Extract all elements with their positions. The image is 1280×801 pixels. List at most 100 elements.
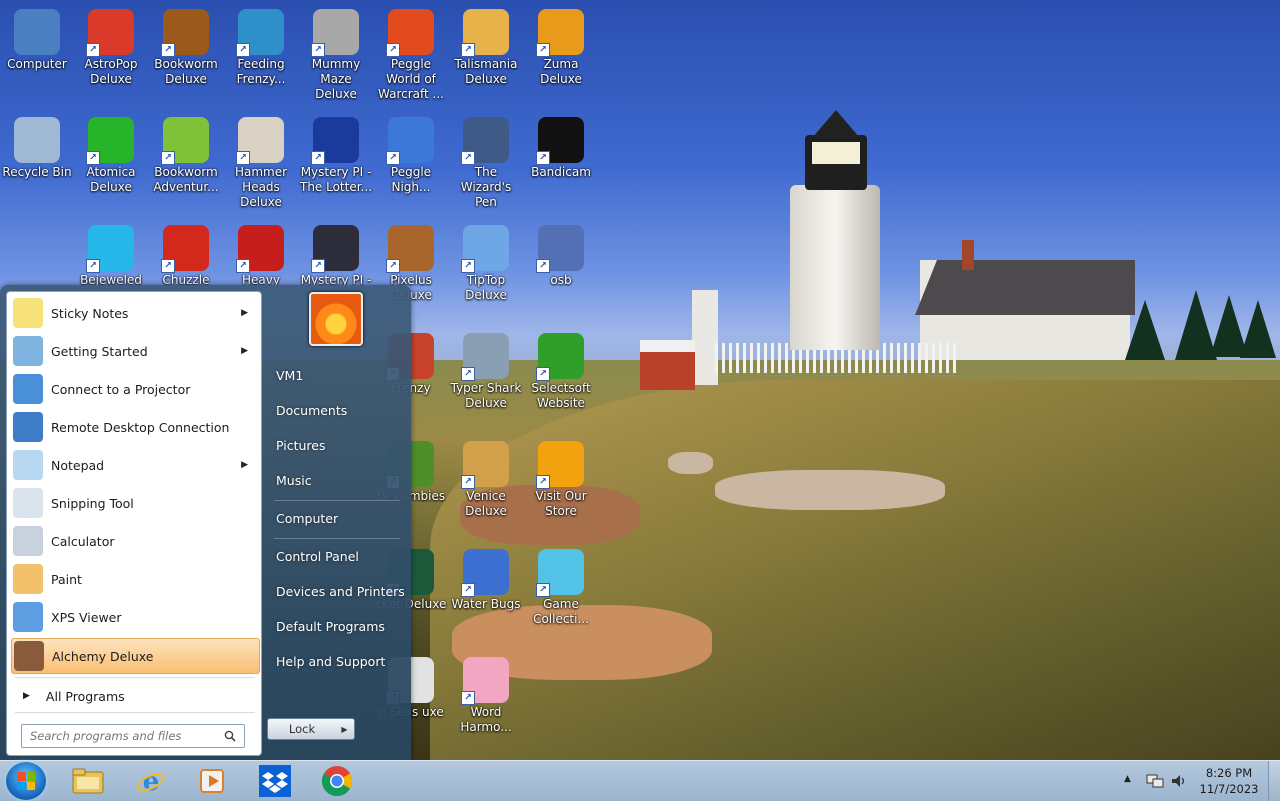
show-hidden-icons-button[interactable]: ▲: [1124, 774, 1131, 784]
start-button[interactable]: [6, 762, 46, 800]
desktop-icon[interactable]: ↗ AstroPop Deluxe: [74, 5, 148, 87]
wallpaper-rock: [668, 452, 713, 474]
link-user[interactable]: VM1: [276, 368, 303, 383]
program-item[interactable]: Remote Desktop Connection: [11, 410, 258, 444]
desktop-icon[interactable]: ↗ Typer Shark Deluxe: [449, 329, 523, 411]
desktop-icon[interactable]: ↗ Mummy Maze Deluxe: [299, 5, 373, 102]
shortcut-arrow-icon: ↗: [386, 259, 400, 273]
wizards-pen-icon: ↗: [461, 117, 509, 165]
taskbar-media-player-button[interactable]: [184, 763, 240, 799]
desktop-icon[interactable]: ↗ Talismania Deluxe: [449, 5, 523, 87]
desktop-icon[interactable]: ↗ Bandicam: [524, 113, 598, 180]
shortcut-arrow-icon: ↗: [311, 151, 325, 165]
shortcut-arrow-icon: ↗: [461, 151, 475, 165]
link-devices-and-printers[interactable]: Devices and Printers: [276, 584, 405, 599]
shortcut-arrow-icon: ↗: [536, 43, 550, 57]
desktop-icon-label: Bookworm Adventur...: [153, 165, 219, 194]
separator: [274, 538, 400, 539]
show-desktop-button[interactable]: [1268, 761, 1280, 801]
desktop-icon[interactable]: ↗ Selectsoft Website: [524, 329, 598, 411]
user-picture[interactable]: [309, 292, 363, 346]
remote-desktop-icon: [13, 412, 43, 442]
shortcut-arrow-icon: ↗: [311, 43, 325, 57]
program-item[interactable]: Paint: [11, 562, 258, 596]
link-default-programs[interactable]: Default Programs: [276, 619, 385, 634]
desktop-icon[interactable]: ↗ Chuzzle: [149, 221, 223, 288]
program-item-label: Paint: [51, 571, 82, 587]
chrome-icon: [321, 766, 353, 797]
snipping-tool-icon: [13, 488, 43, 518]
tiptop-icon: ↗: [461, 225, 509, 273]
program-item-label: Notepad: [51, 457, 105, 473]
venice-icon: ↗: [461, 441, 509, 489]
desktop-icon[interactable]: ↗ Zuma Deluxe: [524, 5, 598, 87]
desktop-icon[interactable]: ↗ The Wizard's Pen: [449, 113, 523, 210]
desktop-icon[interactable]: ↗ Water Bugs: [449, 545, 523, 612]
link-control-panel[interactable]: Control Panel: [276, 549, 359, 564]
program-item[interactable]: Notepad ▶: [11, 448, 258, 482]
submenu-arrow-icon[interactable]: ▶: [241, 460, 248, 470]
program-item[interactable]: XPS Viewer: [11, 600, 258, 634]
desktop-icon[interactable]: ↗ Bookworm Adventur...: [149, 113, 223, 195]
desktop-icon-label: Word Harmo...: [460, 705, 512, 734]
submenu-arrow-icon[interactable]: ▶: [241, 346, 248, 356]
taskbar-chrome-button[interactable]: [309, 763, 365, 799]
desktop-icon-label: Game Collecti...: [533, 597, 589, 626]
link-music[interactable]: Music: [276, 473, 312, 488]
link-pictures[interactable]: Pictures: [276, 438, 326, 453]
volume-icon[interactable]: [1170, 773, 1188, 789]
desktop-icon[interactable]: ↗ Peggle World of Warcraft ...: [374, 5, 448, 102]
search-icon[interactable]: [222, 728, 238, 744]
link-documents[interactable]: Documents: [276, 403, 347, 418]
taskbar-dropbox-button[interactable]: [247, 763, 303, 799]
desktop-icon-label: Mystery PI - The Lotter...: [299, 165, 373, 194]
desktop-icon[interactable]: ↗ Visit Our Store: [524, 437, 598, 519]
program-item[interactable]: Alchemy Deluxe: [11, 638, 260, 674]
lighthouse-glass: [812, 142, 860, 164]
desktop-icon[interactable]: ↗ osb: [524, 221, 598, 288]
desktop-icon[interactable]: ↗ Mystery PI - The Lotter...: [299, 113, 373, 195]
desktop-icon[interactable]: ↗ Hammer Heads Deluxe: [224, 113, 298, 210]
search-input[interactable]: [28, 728, 222, 744]
power-options-arrow-button[interactable]: ▶: [335, 718, 355, 740]
desktop-icon-label: Computer: [7, 57, 67, 71]
program-item[interactable]: Calculator: [11, 524, 258, 558]
pixelus-icon: ↗: [386, 225, 434, 273]
taskbar-file-explorer-button[interactable]: [60, 763, 116, 799]
shortcut-arrow-icon: ↗: [461, 475, 475, 489]
desktop-icon[interactable]: ↗ Peggle Nigh...: [374, 113, 448, 195]
xps-viewer-icon: [13, 602, 43, 632]
desktop-icon-label: Bookworm Deluxe: [154, 57, 218, 86]
network-icon[interactable]: [1146, 773, 1164, 789]
desktop-icon[interactable]: ↗ Atomica Deluxe: [74, 113, 148, 195]
desktop-icon[interactable]: Recycle Bin: [0, 113, 74, 180]
desktop-icon[interactable]: Computer: [0, 5, 74, 72]
clock-date: 11/7/2023: [1199, 782, 1259, 796]
desktop-icon-label: The Wizard's Pen: [460, 165, 512, 209]
shortcut-arrow-icon: ↗: [311, 259, 325, 273]
lock-button[interactable]: Lock: [267, 718, 337, 740]
program-item[interactable]: Snipping Tool: [11, 486, 258, 520]
desktop-icon[interactable]: ↗ Mystery PI -: [299, 221, 373, 288]
desktop-icon[interactable]: ↗ Word Harmo...: [449, 653, 523, 735]
taskbar-internet-explorer-button[interactable]: e: [123, 763, 179, 799]
clock[interactable]: 8:26 PM 11/7/2023: [1196, 765, 1262, 797]
program-item[interactable]: Getting Started ▶: [11, 334, 258, 368]
desktop-icon[interactable]: ↗ Bejeweled: [74, 221, 148, 288]
peggle-nights-icon: ↗: [386, 117, 434, 165]
search-box[interactable]: [21, 724, 245, 748]
all-programs-button[interactable]: ▶ All Programs: [11, 684, 258, 708]
program-item-label: Snipping Tool: [51, 495, 134, 511]
desktop-icon[interactable]: ↗ Heavy: [224, 221, 298, 288]
link-computer[interactable]: Computer: [276, 511, 338, 526]
submenu-arrow-icon[interactable]: ▶: [241, 308, 248, 318]
program-item[interactable]: Connect to a Projector: [11, 372, 258, 406]
desktop-icon[interactable]: ↗ Feeding Frenzy...: [224, 5, 298, 87]
desktop-icon[interactable]: ↗ Game Collecti...: [524, 545, 598, 627]
desktop-icon[interactable]: ↗ TipTop Deluxe: [449, 221, 523, 303]
desktop-icon[interactable]: ↗ Bookworm Deluxe: [149, 5, 223, 87]
link-help-and-support[interactable]: Help and Support: [276, 654, 385, 669]
desktop-icon[interactable]: ↗ Venice Deluxe: [449, 437, 523, 519]
windows-logo-icon: [17, 772, 35, 790]
program-item[interactable]: Sticky Notes ▶: [11, 296, 258, 330]
